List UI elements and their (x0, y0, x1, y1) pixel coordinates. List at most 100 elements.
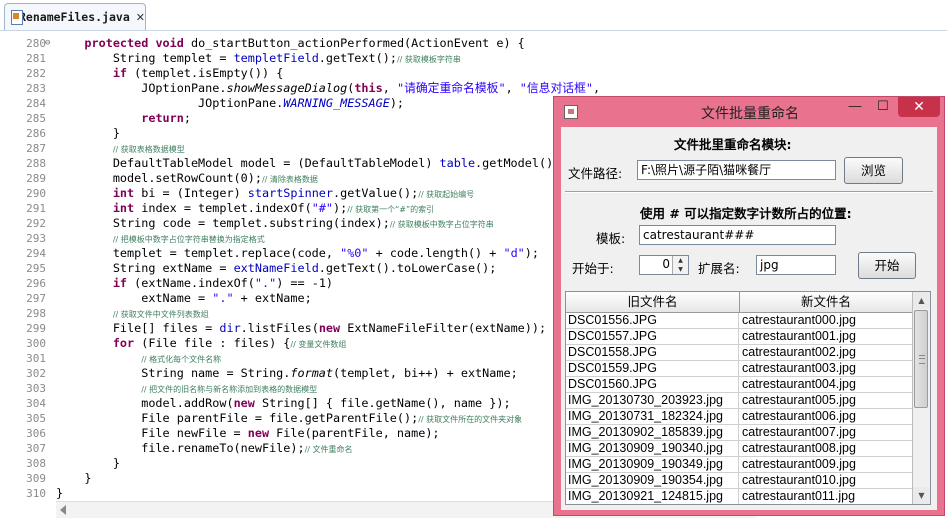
code-text: // 把模板中数字占位字符串替换为指定格式 (112, 235, 265, 244)
code-text: extName = "." + extName; (56, 291, 312, 305)
tab-close-icon[interactable]: ✕ (136, 11, 145, 24)
line-number: 308 (26, 457, 46, 470)
code-text: if (templet.isEmpty()) { (112, 66, 284, 80)
table-row[interactable]: IMG_20130902_185839.jpg catrestaurant007.… (566, 425, 913, 441)
line-number: 307 (26, 442, 46, 455)
code-text: model.setRowCount(0);// 清除表格数据 (56, 171, 318, 185)
header-new-name[interactable]: 新文件名 (740, 292, 913, 312)
table-row[interactable]: DSC01557.JPG catrestaurant001.jpg (566, 329, 913, 345)
header-old-name[interactable]: 旧文件名 (566, 292, 740, 312)
old-filename-cell: DSC01557.JPG (566, 329, 739, 344)
code-text: } (56, 486, 64, 500)
separator (565, 191, 933, 193)
scroll-down-icon[interactable]: ▼ (913, 487, 930, 504)
code-text: // 获取表格数据模型 (112, 145, 185, 154)
line-number: 298 (26, 307, 46, 320)
window-titlebar[interactable]: 文件批量重命名 — ☐ ✕ (554, 97, 944, 127)
code-text: // 获取文件中文件列表数组 (112, 310, 209, 319)
start-spinner[interactable]: 0 ▲ ▼ (639, 255, 689, 275)
code-text: } (56, 471, 92, 485)
new-filename-cell: catrestaurant008.jpg (742, 441, 856, 455)
table-row[interactable]: IMG_20130909_190354.jpg catrestaurant010.… (566, 473, 913, 489)
line-number: 297 (26, 292, 46, 305)
table-row[interactable]: DSC01560.JPG catrestaurant004.jpg (566, 377, 913, 393)
table-vertical-scrollbar[interactable]: ▲ ▼ (912, 292, 930, 504)
code-text: JOptionPane.WARNING_MESSAGE); (56, 96, 405, 110)
old-filename-cell: DSC01558.JPG (566, 345, 739, 360)
table-row[interactable]: DSC01558.JPG catrestaurant002.jpg (566, 345, 913, 361)
scroll-up-icon[interactable]: ▲ (913, 292, 930, 309)
code-text: protected void do_startButton_actionPerf… (84, 36, 525, 50)
code-text: String name = String.format(templet, bi+… (56, 366, 518, 380)
spinner-up-icon[interactable]: ▲ (672, 256, 688, 265)
old-filename-cell: IMG_20130921_124815.jpg (566, 489, 739, 504)
start-label: 开始于: (572, 261, 614, 276)
code-text: int bi = (Integer) startSpinner.getValue… (112, 186, 475, 200)
line-number: 285 (26, 112, 46, 125)
minimize-button[interactable]: — (842, 97, 868, 117)
new-filename-cell: catrestaurant003.jpg (742, 361, 856, 375)
line-number: 309 (26, 472, 46, 485)
close-window-button[interactable]: ✕ (898, 97, 940, 117)
new-filename-cell: catrestaurant002.jpg (742, 345, 856, 359)
new-filename-cell: catrestaurant006.jpg (742, 409, 856, 423)
code-text: File parentFile = file.getParentFile();/… (56, 411, 523, 425)
code-text: // 格式化每个文件名称 (141, 355, 222, 364)
line-number: 305 (26, 412, 46, 425)
scroll-thumb[interactable] (914, 310, 928, 408)
window-content: 文件批里重命名模块: 文件路径: F:\照片\源子陌\猫咪餐厅 浏览 使用 # … (561, 127, 937, 510)
ext-field[interactable]: jpg (756, 255, 836, 275)
old-filename-cell: IMG_20130730_203923.jpg (566, 393, 739, 408)
ext-label: 扩展名: (698, 261, 740, 276)
template-field[interactable]: catrestaurant### (639, 225, 836, 245)
section2-title: 使用 # 可以指定数字计数所占的位置: (640, 206, 852, 221)
fold-toggle-icon[interactable]: ⊖ (45, 36, 50, 51)
browse-button[interactable]: 浏览 (844, 157, 903, 184)
tab-renamefiles-java[interactable]: RenameFiles.java ✕ (4, 3, 146, 30)
new-filename-cell: catrestaurant010.jpg (742, 473, 856, 487)
line-number: 294 (26, 247, 46, 260)
table-row[interactable]: IMG_20130731_182324.jpg catrestaurant006.… (566, 409, 913, 425)
table-row[interactable]: IMG_20130730_203923.jpg catrestaurant005.… (566, 393, 913, 409)
line-number: 301 (26, 352, 46, 365)
old-filename-cell: IMG_20130902_185839.jpg (566, 425, 739, 440)
table-row[interactable]: IMG_20130909_190340.jpg catrestaurant008.… (566, 441, 913, 457)
new-filename-cell: catrestaurant001.jpg (742, 329, 856, 343)
new-filename-cell: catrestaurant011.jpg (742, 489, 856, 503)
code-text: for (File file : files) {// 变量文件数组 (112, 336, 347, 350)
old-filename-cell: IMG_20130909_190354.jpg (566, 473, 739, 488)
line-number: 280 (26, 37, 46, 50)
old-filename-cell: IMG_20130909_190340.jpg (566, 441, 739, 456)
table-row[interactable]: DSC01559.JPG catrestaurant003.jpg (566, 361, 913, 377)
code-text: String code = templet.substring(index);/… (56, 216, 494, 230)
code-text: if (extName.indexOf(".") == -1) (112, 276, 334, 290)
line-number: 291 (26, 202, 46, 215)
rename-table[interactable]: 旧文件名 新文件名 DSC01556.JPG catrestaurant000.j… (565, 291, 931, 505)
editor-left-ruler (0, 31, 20, 501)
line-number: 289 (26, 172, 46, 185)
path-field[interactable]: F:\照片\源子陌\猫咪餐厅 (637, 160, 836, 180)
code-text: DefaultTableModel model = (DefaultTableM… (56, 156, 561, 170)
old-filename-cell: IMG_20130909_190349.jpg (566, 457, 739, 472)
maximize-button[interactable]: ☐ (870, 97, 896, 117)
scroll-left-icon[interactable] (60, 505, 66, 515)
old-filename-cell: DSC01559.JPG (566, 361, 739, 376)
code-text: int index = templet.indexOf("#");// 获取第一… (112, 201, 435, 215)
line-number: 284 (26, 97, 46, 110)
code-text: String templet = templetField.getText();… (56, 51, 461, 65)
code-text: JOptionPane.showMessageDialog(this, "请确定… (56, 81, 601, 95)
table-row[interactable]: IMG_20130909_190349.jpg catrestaurant009.… (566, 457, 913, 473)
line-number: 281 (26, 52, 46, 65)
new-filename-cell: catrestaurant005.jpg (742, 393, 856, 407)
line-number: 282 (26, 67, 46, 80)
code-text: File[] files = dir.listFiles(new ExtName… (56, 321, 547, 335)
start-button[interactable]: 开始 (858, 252, 916, 279)
table-row[interactable]: IMG_20130921_124815.jpg catrestaurant011.… (566, 489, 913, 504)
table-row[interactable]: DSC01556.JPG catrestaurant000.jpg (566, 313, 913, 329)
line-number: 292 (26, 217, 46, 230)
spinner-down-icon[interactable]: ▼ (672, 265, 688, 274)
code-text: } (56, 126, 120, 140)
old-filename-cell: DSC01560.JPG (566, 377, 739, 392)
line-number: 304 (26, 397, 46, 410)
code-text: file.renameTo(newFile);// 文件重命名 (56, 441, 353, 455)
